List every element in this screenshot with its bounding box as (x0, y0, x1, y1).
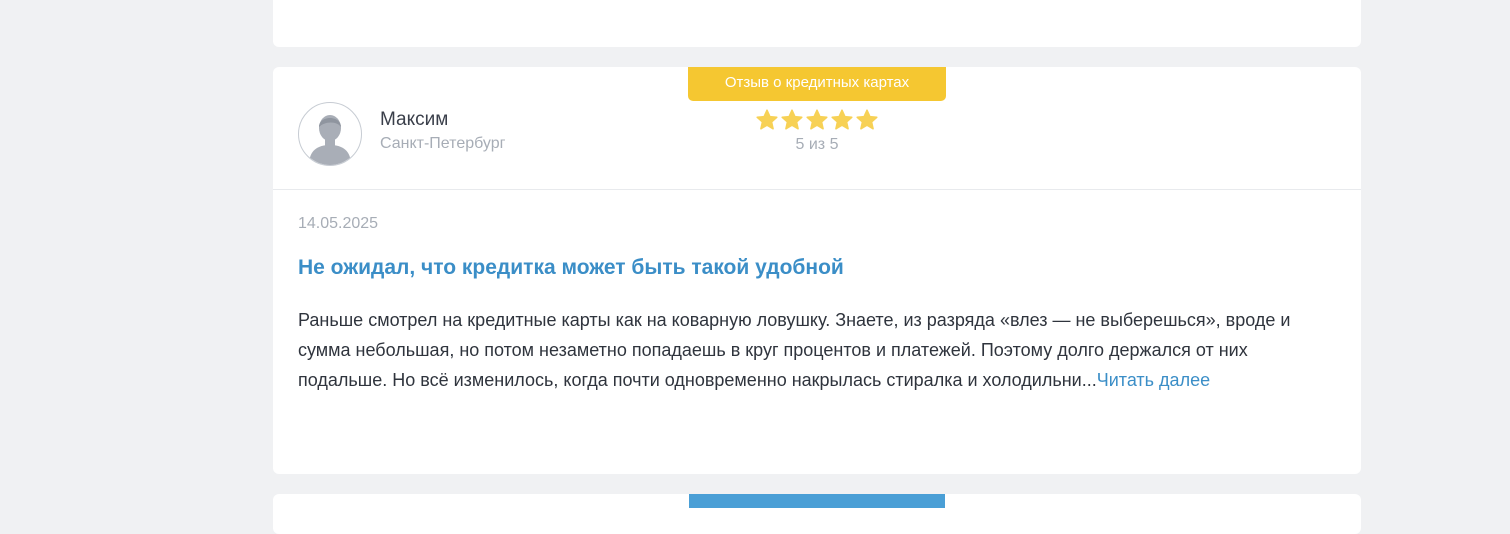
review-date: 14.05.2025 (298, 215, 379, 232)
rating-stars (755, 108, 879, 132)
rating-label: 5 из 5 (795, 136, 839, 153)
star-icon (856, 109, 878, 130)
review-card: Отзыв о кредитных картах Максим Санкт-Пе… (273, 67, 1361, 474)
star-icon (806, 109, 828, 130)
author-name: Максим (380, 109, 449, 130)
read-more-link[interactable]: Читать далее (1097, 370, 1210, 390)
next-review-card (273, 494, 1361, 534)
review-category-badge[interactable]: Отзыв о кредитных картах (688, 67, 946, 101)
author-city: Санкт-Петербург (380, 135, 506, 152)
user-silhouette-icon (309, 115, 351, 165)
review-title[interactable]: Не ожидал, что кредитка может быть такой… (298, 256, 844, 280)
star-icon (781, 109, 803, 130)
star-icon (756, 109, 778, 130)
avatar (298, 102, 362, 166)
review-excerpt: Раньше смотрел на кредитные карты как на… (298, 305, 1328, 395)
previous-review-card (273, 0, 1361, 47)
divider (273, 189, 1361, 190)
star-icon (831, 109, 853, 130)
next-review-category-badge[interactable] (689, 494, 945, 508)
